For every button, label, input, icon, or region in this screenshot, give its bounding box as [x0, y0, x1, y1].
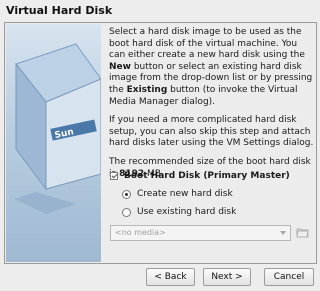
- cancel-button[interactable]: Cancel: [264, 268, 314, 286]
- radio-selected-icon[interactable]: [122, 189, 131, 199]
- chevron-down-icon: [280, 231, 286, 235]
- use-existing-hard-disk-radio[interactable]: Use existing hard disk: [122, 207, 236, 217]
- virtualbox-cube-icon: Sun: [14, 43, 101, 214]
- back-button[interactable]: < Back: [146, 268, 195, 286]
- description-paragraph-2: If you need a more complicated hard disk…: [109, 115, 314, 149]
- hard-disk-media-select[interactable]: <no media>: [110, 225, 291, 241]
- dialog-title: Virtual Hard Disk: [6, 4, 113, 17]
- radio-unselected-icon[interactable]: [122, 207, 131, 217]
- next-button[interactable]: Next >: [203, 268, 251, 286]
- checkbox-checked-icon[interactable]: [110, 172, 118, 180]
- virtualbox-illustration: Sun: [6, 24, 101, 262]
- folder-open-icon[interactable]: [296, 226, 310, 239]
- description-text: Select a hard disk image to be used as t…: [109, 27, 315, 180]
- description-paragraph-1: Select a hard disk image to be used as t…: [109, 27, 313, 107]
- boot-hard-disk-label: Boot Hard Disk (Primary Master): [124, 171, 290, 181]
- use-existing-hard-disk-label: Use existing hard disk: [137, 207, 237, 217]
- boot-hard-disk-checkbox[interactable]: Boot Hard Disk (Primary Master): [110, 171, 290, 181]
- create-new-hard-disk-radio[interactable]: Create new hard disk: [122, 189, 233, 199]
- create-new-hard-disk-label: Create new hard disk: [137, 189, 233, 199]
